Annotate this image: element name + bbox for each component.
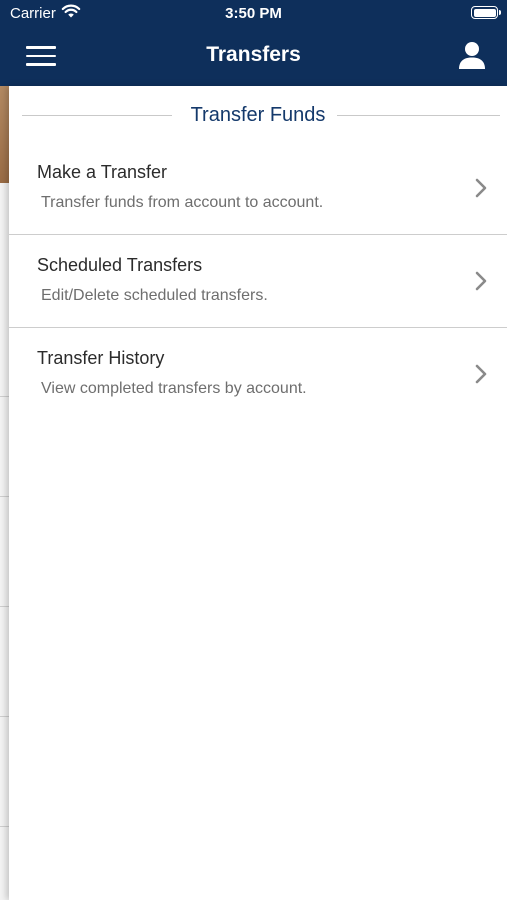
background-divider <box>0 826 9 827</box>
app-header: Carrier 3:50 PM Transfers <box>0 0 507 86</box>
row-subtitle: Transfer funds from account to account. <box>41 194 324 211</box>
chevron-right-icon <box>475 271 487 291</box>
background-photo <box>0 86 9 183</box>
status-time: 3:50 PM <box>225 5 282 22</box>
battery-level <box>473 8 496 17</box>
chevron-right-icon <box>475 364 487 384</box>
chevron-right-icon <box>475 178 487 198</box>
row-title: Make a Transfer <box>37 162 168 182</box>
row-subtitle: View completed transfers by account. <box>41 380 307 397</box>
transfer-history-row[interactable]: Transfer History View completed transfer… <box>9 328 507 421</box>
row-subtitle: Edit/Delete scheduled transfers. <box>41 287 268 304</box>
make-transfer-row[interactable]: Make a Transfer Transfer funds from acco… <box>9 142 507 235</box>
background-divider <box>0 496 9 497</box>
battery-icon <box>471 6 501 19</box>
background-content <box>0 86 9 900</box>
status-bar: Carrier 3:50 PM <box>0 0 507 28</box>
hamburger-menu-icon-bar <box>26 63 56 66</box>
background-divider <box>0 716 9 717</box>
section-title-text: Transfer Funds <box>182 104 334 126</box>
user-profile-icon[interactable] <box>456 40 488 72</box>
transfers-panel: Transfer Funds Make a Transfer Transfer … <box>9 86 507 900</box>
page-title: Transfers <box>206 43 301 66</box>
nav-bar: Transfers <box>0 28 507 86</box>
background-divider <box>0 396 9 397</box>
background-divider <box>0 606 9 607</box>
section-title: Transfer Funds <box>9 104 507 127</box>
hamburger-menu-icon-bar <box>26 54 56 57</box>
menu-button[interactable] <box>26 45 56 67</box>
hamburger-menu-icon <box>26 46 56 49</box>
row-title: Scheduled Transfers <box>37 255 203 275</box>
row-title: Transfer History <box>37 348 165 368</box>
section-header: Transfer Funds <box>9 102 507 128</box>
scheduled-transfers-row[interactable]: Scheduled Transfers Edit/Delete schedule… <box>9 235 507 328</box>
